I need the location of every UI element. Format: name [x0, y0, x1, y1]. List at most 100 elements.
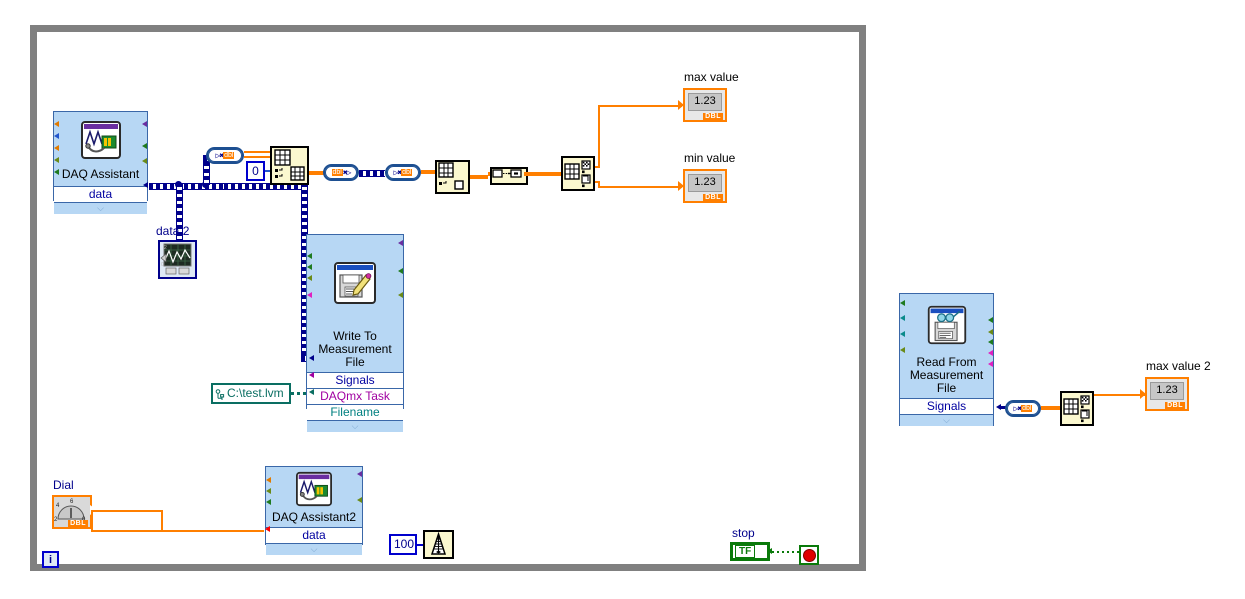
write-file-term-in-3 — [307, 275, 312, 281]
array-max-min-function[interactable] — [561, 156, 595, 191]
array-max-min-function-2[interactable] — [1060, 391, 1094, 426]
array-subset-function[interactable] — [435, 160, 470, 194]
write-file-term-in-1 — [307, 253, 312, 259]
read-file-term-out-2 — [988, 329, 993, 335]
wire-dynamic-between-bullets — [359, 170, 385, 177]
daq2-term-in-3 — [266, 499, 271, 505]
data2-graph-indicator[interactable]: 2 0 — [158, 240, 197, 279]
daq-assistant-grow-handle[interactable]: ⌵ — [54, 202, 147, 214]
stop-conditional-terminal[interactable] — [799, 545, 819, 565]
daq2-term-out-2 — [357, 497, 362, 503]
index-constant[interactable]: 0 — [246, 161, 265, 181]
daq-terminal-out-1 — [142, 121, 147, 127]
convert-node[interactable] — [490, 167, 528, 185]
max-value-display: 1.23 — [688, 93, 722, 111]
max-value-2-input-arrow — [1140, 389, 1146, 399]
wire-dial-drop — [91, 510, 93, 532]
write-file-title-3: File — [345, 355, 365, 369]
daq-terminal-in-5 — [54, 169, 59, 175]
write-file-terminal-filename[interactable]: Filename — [307, 404, 403, 420]
write-file-terminal-signals[interactable]: Signals — [307, 372, 403, 388]
max-value-2-indicator[interactable]: 1.23 DBL — [1140, 377, 1189, 411]
write-file-term-out-3 — [398, 292, 403, 298]
iteration-terminal[interactable]: i — [42, 551, 59, 568]
read-from-measurement-file-node[interactable]: Read From Measurement File Signals ⌵ — [899, 293, 994, 426]
daq-terminal-out-3 — [142, 158, 147, 164]
daq-assistant2-terminal-data[interactable]: data — [266, 527, 362, 543]
file-path-constant[interactable]: C:\test.lvm — [211, 383, 291, 404]
write-file-term-in-2 — [307, 264, 312, 270]
block-diagram-canvas: DAQ Assistant data ⌵ data 2 2 0 ▷✖ dbl 0… — [0, 0, 1245, 599]
wire-to-maxmin — [524, 172, 562, 176]
read-file-terminal-signals[interactable]: Signals — [900, 398, 993, 414]
convert-to-dynamic-data-bullet[interactable]: dbl ✖▷ — [323, 164, 359, 181]
daq-assistant-node[interactable]: DAQ Assistant data ⌵ — [53, 111, 148, 214]
daq-assistant-icon — [54, 112, 147, 168]
wire-dynamic-main — [149, 183, 224, 190]
write-file-terminal-daqmx-task[interactable]: DAQmx Task — [307, 388, 403, 404]
convert-from-dynamic-data-bullet-2[interactable]: ▷✖ dbl — [385, 164, 421, 181]
wire-array-top-b — [244, 156, 270, 158]
read-file-term-out-5 — [988, 361, 993, 367]
svg-text:6: 6 — [70, 499, 74, 505]
daq-terminal-data-out — [143, 182, 148, 188]
min-value-datatype: DBL — [703, 194, 723, 202]
wire-max-to-indicator — [598, 105, 682, 107]
write-file-filename-term — [309, 389, 314, 395]
min-value-display: 1.23 — [688, 174, 722, 192]
convert-from-dynamic-data-bullet-3[interactable]: ▷✖ dbl — [1005, 400, 1041, 417]
read-file-term-in-3 — [900, 331, 905, 337]
svg-text:2: 2 — [54, 517, 58, 523]
convert-from-dynamic-data-bullet-1[interactable]: ▷✖ dbl — [206, 147, 244, 164]
write-file-term-out-1 — [398, 240, 403, 246]
dial-datatype: DBL — [68, 520, 88, 528]
min-value-indicator[interactable]: 1.23 DBL — [678, 169, 727, 203]
svg-text:2: 2 — [164, 245, 167, 251]
stop-value: TF — [735, 545, 756, 558]
daq-terminal-in-1 — [54, 121, 59, 127]
write-file-term-in-4 — [307, 292, 312, 298]
index-array-function[interactable] — [270, 146, 309, 185]
dial-control[interactable]: 4 6 2 0 DBL — [52, 495, 92, 529]
read-file-term-in-2 — [900, 315, 905, 321]
read-file-term-out-3 — [988, 339, 993, 345]
max-value-2-datatype: DBL — [1165, 402, 1185, 410]
daq2-term-in-2 — [266, 488, 271, 494]
wire-to-max-value-2 — [1094, 394, 1146, 396]
dial-label: Dial — [53, 478, 74, 492]
read-file-term-out-1 — [988, 317, 993, 323]
wait-constant[interactable]: 100 — [389, 534, 417, 555]
stop-boolean-control[interactable]: TF — [730, 542, 770, 561]
daq-terminal-in-2 — [54, 133, 59, 139]
daq-terminal-out-2 — [142, 143, 147, 149]
max-value-datatype: DBL — [703, 113, 723, 121]
max-value-label: max value — [684, 70, 739, 84]
daq2-term-in-1 — [266, 477, 271, 483]
write-file-grow-handle[interactable]: ⌵ — [307, 420, 403, 432]
daq-assistant2-node[interactable]: DAQ Assistant2 data ⌵ — [265, 466, 363, 555]
write-file-icon — [307, 235, 403, 330]
wire-dial-out-v — [161, 510, 163, 532]
read-file-grow-handle[interactable]: ⌵ — [900, 414, 993, 426]
read-file-term-in-1 — [900, 300, 905, 306]
write-file-daqmx-term — [309, 372, 314, 378]
daq-assistant-terminal-data[interactable]: data — [54, 186, 147, 202]
max-value-indicator[interactable]: 1.23 DBL — [678, 88, 727, 122]
daq-assistant2-grow-handle[interactable]: ⌵ — [266, 543, 362, 555]
max-value-2-display: 1.23 — [1150, 382, 1184, 400]
wire-to-maxmin-2 — [1041, 406, 1061, 410]
write-to-measurement-file-node[interactable]: Write To Measurement File Signals DAQmx … — [306, 234, 404, 432]
stop-label: stop — [732, 526, 755, 540]
min-value-input-arrow — [678, 181, 684, 191]
min-value-label: min value — [684, 151, 736, 165]
wire-dial-to-daq2 — [91, 530, 264, 532]
daq-assistant2-icon — [266, 467, 362, 511]
daq2-term-out-1 — [357, 471, 362, 477]
wire-array-top-a — [244, 151, 270, 153]
daq-assistant2-title: DAQ Assistant2 — [271, 510, 357, 524]
write-file-term-out-2 — [398, 268, 403, 274]
data2-label: data 2 — [156, 224, 190, 238]
while-loop-inner-edge — [37, 32, 859, 564]
wait-until-next-ms-multiple[interactable] — [423, 530, 454, 559]
read-file-term-in-4 — [900, 347, 905, 353]
